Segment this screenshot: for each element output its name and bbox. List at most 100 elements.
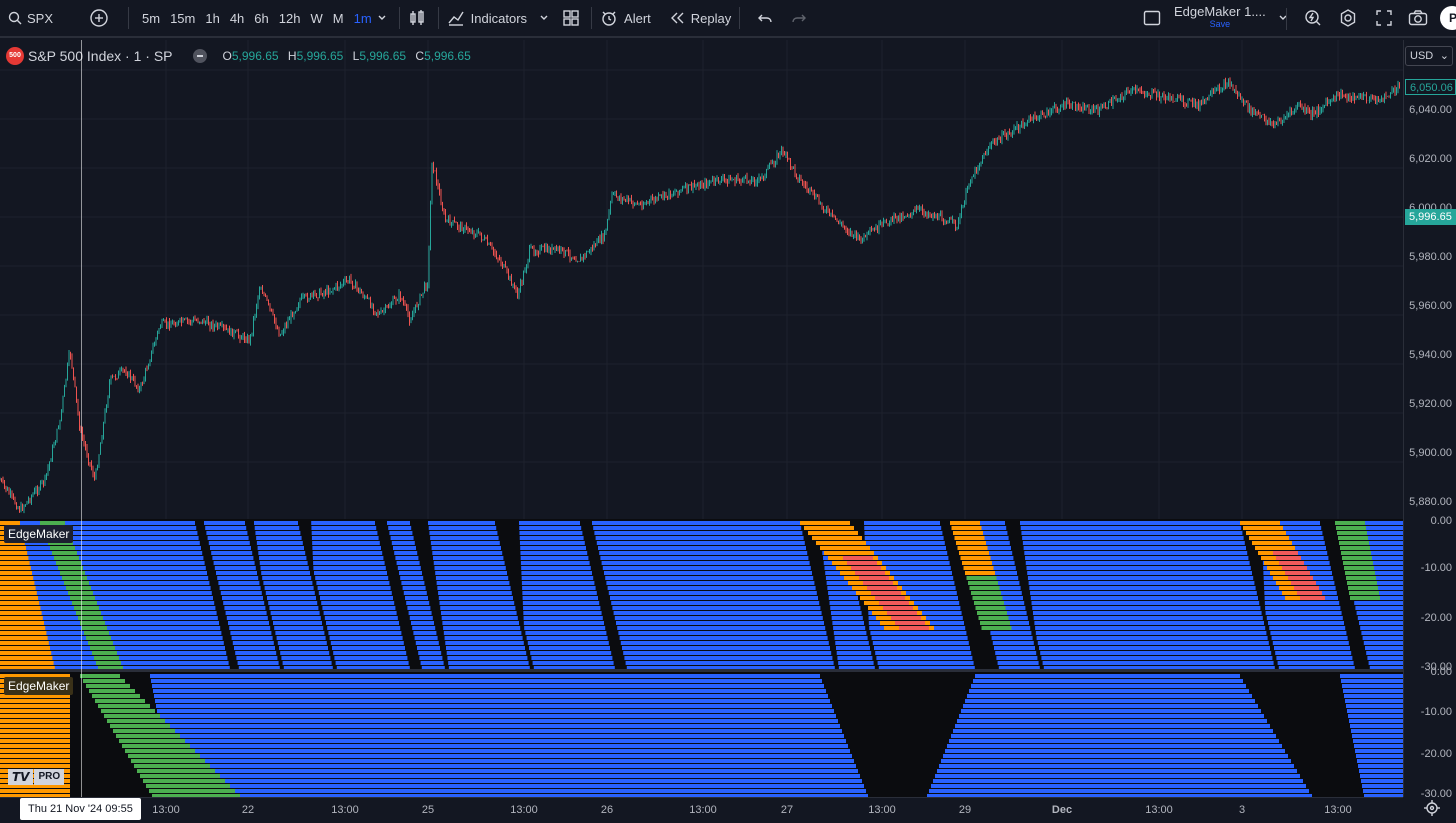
strip <box>0 651 1403 655</box>
undo-button[interactable] <box>748 0 782 37</box>
strip <box>830 699 965 703</box>
strip <box>516 611 524 615</box>
strip <box>219 621 228 625</box>
symbol-badge: 500 <box>6 47 24 65</box>
compare-symbol-button[interactable] <box>90 0 120 37</box>
strip <box>1347 636 1363 640</box>
strip <box>0 636 48 640</box>
fullscreen-button[interactable] <box>1375 0 1393 37</box>
strip <box>0 546 26 550</box>
strip <box>1023 596 1031 600</box>
divider <box>437 7 439 29</box>
indicator-label-1[interactable]: EdgeMaker <box>4 525 74 543</box>
interval-button[interactable]: 1m <box>349 11 377 26</box>
interval-button[interactable]: 5m <box>137 11 165 26</box>
snapshot-button[interactable] <box>1408 0 1428 37</box>
strip <box>1303 779 1361 783</box>
strip <box>587 551 600 555</box>
time-tick-label: 13:00 <box>152 804 180 816</box>
strip <box>1011 546 1024 550</box>
interval-button[interactable]: W <box>305 11 327 26</box>
axis-settings-button[interactable] <box>1423 799 1441 822</box>
strip <box>865 626 870 630</box>
interval-button[interactable]: 15m <box>165 11 200 26</box>
replay-button[interactable]: Replay <box>669 0 731 37</box>
strip <box>843 556 873 560</box>
settings-button[interactable] <box>1339 0 1357 37</box>
hide-series-icon[interactable] <box>192 49 207 63</box>
strip <box>1343 561 1373 565</box>
strip <box>319 611 324 615</box>
strip <box>0 661 1403 665</box>
strip <box>1285 749 1355 753</box>
symbol-search[interactable]: SPX <box>0 0 90 37</box>
redo-button[interactable] <box>782 0 816 37</box>
price-chart[interactable] <box>0 40 1403 519</box>
layout-save-link[interactable]: Save <box>1210 18 1231 30</box>
strip <box>245 521 254 525</box>
interval-button[interactable]: 12h <box>274 11 306 26</box>
layouts-button[interactable] <box>563 0 579 37</box>
strip <box>969 586 1000 590</box>
chart-type-button[interactable] <box>408 0 430 37</box>
strip <box>223 641 233 645</box>
magnifier-bolt-icon <box>1304 9 1322 27</box>
strip <box>1328 556 1344 560</box>
quick-search-button[interactable] <box>1304 0 1322 37</box>
strip <box>0 744 70 748</box>
strip <box>137 769 215 773</box>
strip <box>514 601 523 605</box>
indicators-button[interactable]: Indicators <box>447 0 549 37</box>
crosshair-time-label: Thu 21 Nov '24 09:55 <box>20 798 141 820</box>
indicator-label-2[interactable]: EdgeMaker <box>4 677 74 695</box>
layout-switcher[interactable]: EdgeMaker 1.... Save <box>1143 0 1288 37</box>
strip <box>858 769 937 773</box>
strip <box>1271 651 1276 655</box>
price-tick-label: 5,900.00 <box>1409 447 1452 459</box>
strip <box>150 674 1403 678</box>
currency-selector[interactable]: USD ⌄ <box>1405 46 1453 66</box>
strip <box>1254 581 1264 585</box>
strip <box>410 521 428 525</box>
tradingview-logo[interactable]: TV PRO <box>8 768 65 786</box>
strip <box>128 754 200 758</box>
strip <box>158 714 1403 718</box>
strip <box>265 606 270 610</box>
symbol-title[interactable]: S&P 500 Index · 1 · SP <box>28 48 173 64</box>
strip <box>854 759 941 763</box>
interval-button[interactable]: M <box>328 11 349 26</box>
interval-button[interactable]: 6h <box>249 11 273 26</box>
strip <box>255 566 261 570</box>
user-avatar[interactable]: P <box>1440 0 1456 37</box>
strip <box>1340 546 1370 550</box>
strip <box>522 636 527 640</box>
strip <box>264 601 269 605</box>
interval-button[interactable]: 1h <box>200 11 224 26</box>
price-axis[interactable]: 6,040.00 6,020.00 6,000.00 5,980.00 5,960.00… <box>1403 40 1456 800</box>
strip <box>58 566 83 570</box>
indicator-panes[interactable] <box>0 519 1403 797</box>
strip <box>0 606 41 610</box>
time-tick-label: 3 <box>1238 804 1246 816</box>
strip <box>62 576 87 580</box>
time-axis[interactable]: 13:00 22 13:00 25 13:00 26 13:00 27 13:00 29 Dec 13… <box>0 797 1403 823</box>
strip <box>152 684 1403 688</box>
chevron-down-icon: ⌄ <box>1439 50 1449 62</box>
strip <box>978 616 1009 620</box>
strip <box>1267 719 1349 723</box>
strip <box>395 606 408 610</box>
strip <box>0 646 1403 650</box>
time-tick-label: 26 <box>600 804 614 816</box>
strip <box>208 576 218 580</box>
interval-button[interactable]: 4h <box>225 11 249 26</box>
strip <box>834 709 961 713</box>
alert-button[interactable]: Alert <box>600 0 651 37</box>
strip <box>276 651 281 655</box>
strip <box>266 611 271 615</box>
strip <box>169 769 1403 773</box>
price-tick-label: 5,960.00 <box>1409 300 1452 312</box>
interval-dropdown[interactable] <box>377 0 391 37</box>
strip <box>86 684 130 688</box>
strip <box>259 581 264 585</box>
strip <box>1027 616 1034 620</box>
